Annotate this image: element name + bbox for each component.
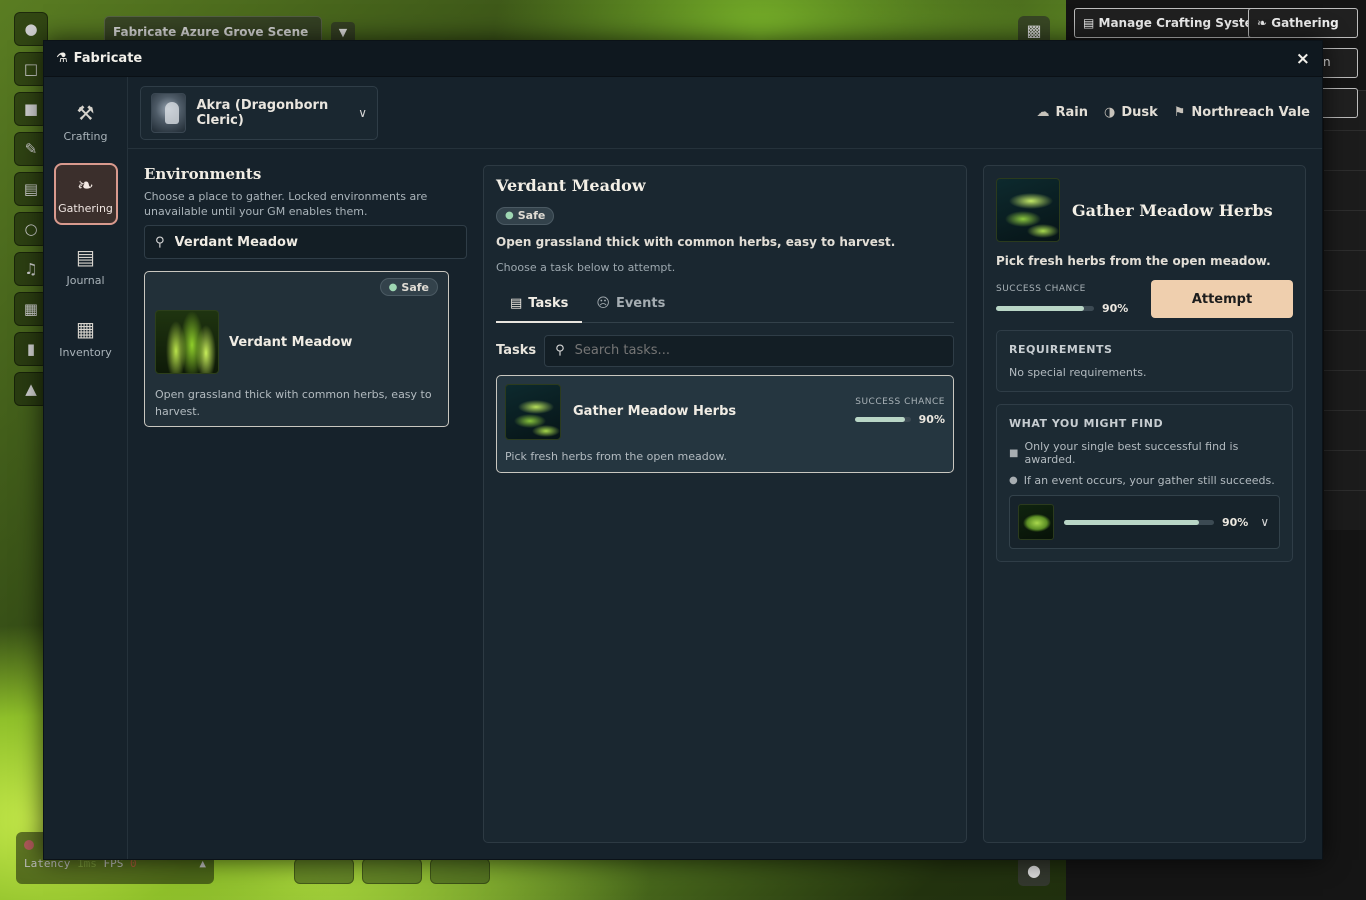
sidebar-item-crafting[interactable]: ⚒ Crafting [54,91,118,153]
window-titlebar[interactable]: ⚗ Fabricate × [44,41,1322,77]
environments-title: Environments [144,165,262,183]
window-title: Fabricate [73,51,143,66]
condition-weather: ☁ Rain [1036,105,1088,120]
task-detail-title: Gather Meadow Herbs [1072,200,1273,220]
task-hint: Choose a task below to attempt. [496,260,676,274]
success-chance-value: 90% [918,413,945,426]
task-search-input[interactable] [574,343,943,358]
character-name: Akra (Dragonborn Cleric) [196,97,329,128]
search-icon: ⚲ [555,343,565,358]
environment-search[interactable]: ⚲ [144,225,467,259]
environments-description: Choose a place to gather. Locked environ… [144,190,428,218]
task-card[interactable]: Gather Meadow Herbs SUCCESS CHANCE 90% P… [496,374,954,473]
tab-events[interactable]: ☹ Events [582,290,679,322]
task-detail-description: Pick fresh herbs from the open meadow. [996,254,1271,268]
leaf-icon: ❧ [1257,16,1272,30]
sidebar-item-journal[interactable]: ▤ Journal [54,235,118,297]
hotbar-slot[interactable] [362,858,422,884]
sidebar-item-label: Journal [66,274,105,287]
success-chance-bar [854,417,911,422]
boxes-icon: ▦ [76,317,95,341]
attempt-button[interactable]: Attempt [1151,280,1293,318]
sidebar-item-label: Gathering [58,202,113,215]
close-icon[interactable]: × [1296,49,1310,69]
task-search[interactable]: ⚲ [544,334,954,367]
skull-icon: ● [1009,475,1018,486]
book-icon: ▤ [1083,16,1099,30]
sidebar-nav: ⚒ Crafting ❧ Gathering ▤ Journal ▦ Inven… [44,77,128,859]
herb-item-thumbnail [1018,504,1054,540]
sidebar-item-label: Crafting [63,130,108,143]
environment-card[interactable]: ● Safe Verdant Meadow Open grassland thi… [144,271,449,427]
skull-icon: ● [505,210,514,221]
conditions: ☁ Rain ◑ Dusk ⚑ Northreach Vale [1036,105,1310,120]
gift-icon: ■ [1009,447,1019,459]
find-chance-value: 90% [1222,515,1249,529]
map-icon: ⚑ [1173,105,1186,120]
success-chance-value: 90% [1102,301,1129,315]
requirements-title: REQUIREMENTS [1009,343,1113,356]
condition-time: ◑ Dusk [1103,105,1158,120]
task-thumbnail [505,383,561,440]
environment-thumbnail [155,310,219,374]
requirements-text: No special requirements. [1009,366,1147,379]
detail-tabs: ▤ Tasks ☹ Events [496,290,954,323]
success-chance-fill [854,417,906,422]
success-chance-bar [996,305,1094,311]
hotbar-slot[interactable] [294,858,354,884]
task-detail: Gather Meadow Herbs Pick fresh herbs fro… [983,165,1306,843]
environment-search-input[interactable] [174,234,456,250]
requirements-panel: REQUIREMENTS No special requirements. [996,330,1293,392]
header-bar: Akra (Dragonborn Cleric) ∨ ☁ Rain ◑ Dusk… [128,77,1322,149]
environment-card-name: Verdant Meadow [229,334,353,350]
fabricate-window: ⚗ Fabricate × ⚒ Crafting ❧ Gathering ▤ J… [43,40,1323,860]
chevron-down-icon[interactable]: ∨ [1260,515,1269,529]
success-chance-fill [996,305,1085,311]
clipboard-icon: ▤ [510,295,523,311]
environment-detail-description: Open grassland thick with common herbs, … [496,234,896,249]
task-success-chance: SUCCESS CHANCE 90% [854,397,945,426]
find-chance-bar [1064,519,1214,525]
find-chance-fill [1064,519,1199,525]
environment-detail-title: Verdant Meadow [496,176,646,195]
environment-card-description: Open grassland thick with common herbs, … [155,388,432,418]
finds-panel: WHAT YOU MIGHT FIND ■ Only your single b… [996,404,1293,562]
environments-column: Environments Choose a place to gather. L… [144,165,467,843]
safe-badge: ● Safe [379,278,438,296]
status-dot [24,840,34,850]
hotbar-slot[interactable] [430,858,490,884]
chevron-down-icon: ∨ [358,105,367,120]
book-icon: ▤ [76,245,95,269]
character-select[interactable]: Akra (Dragonborn Cleric) ∨ [140,85,378,140]
flask-icon: ⚗ [56,51,68,66]
condition-region: ⚑ Northreach Vale [1173,105,1310,120]
moon-icon: ◑ [1103,105,1116,120]
find-note: ● If an event occurs, your gather still … [1009,474,1275,487]
find-note: ■ Only your single best successful find … [1009,440,1239,466]
environment-detail: Verdant Meadow ● Safe Open grassland thi… [483,165,967,843]
hammer-icon: ⚒ [76,101,95,125]
task-search-label: Tasks [496,343,537,358]
player-icon[interactable]: ● [1018,856,1050,886]
search-icon: ⚲ [155,234,165,250]
task-name: Gather Meadow Herbs [573,404,737,419]
task-description: Pick fresh herbs from the open meadow. [505,449,727,463]
sidebar-item-label: Inventory [59,346,112,359]
task-detail-thumbnail [996,178,1060,242]
sidebar-item-gathering[interactable]: ❧ Gathering [53,163,118,225]
character-portrait [151,92,187,133]
detail-success-chance: SUCCESS CHANCE 90% [996,283,1129,315]
finds-title: WHAT YOU MIGHT FIND [1009,417,1164,430]
cloud-rain-icon: ☁ [1036,105,1050,120]
tab-tasks[interactable]: ▤ Tasks [496,290,583,323]
find-item[interactable]: 90% ∨ [1009,495,1280,549]
safe-badge: ● Safe [496,206,555,225]
skull-icon: ● [388,281,398,293]
masks-icon: ☹ [596,296,610,311]
gathering-button[interactable]: ❧ Gathering [1248,8,1358,38]
leaf-icon: ❧ [77,173,94,197]
sidebar-item-inventory[interactable]: ▦ Inventory [54,307,118,369]
